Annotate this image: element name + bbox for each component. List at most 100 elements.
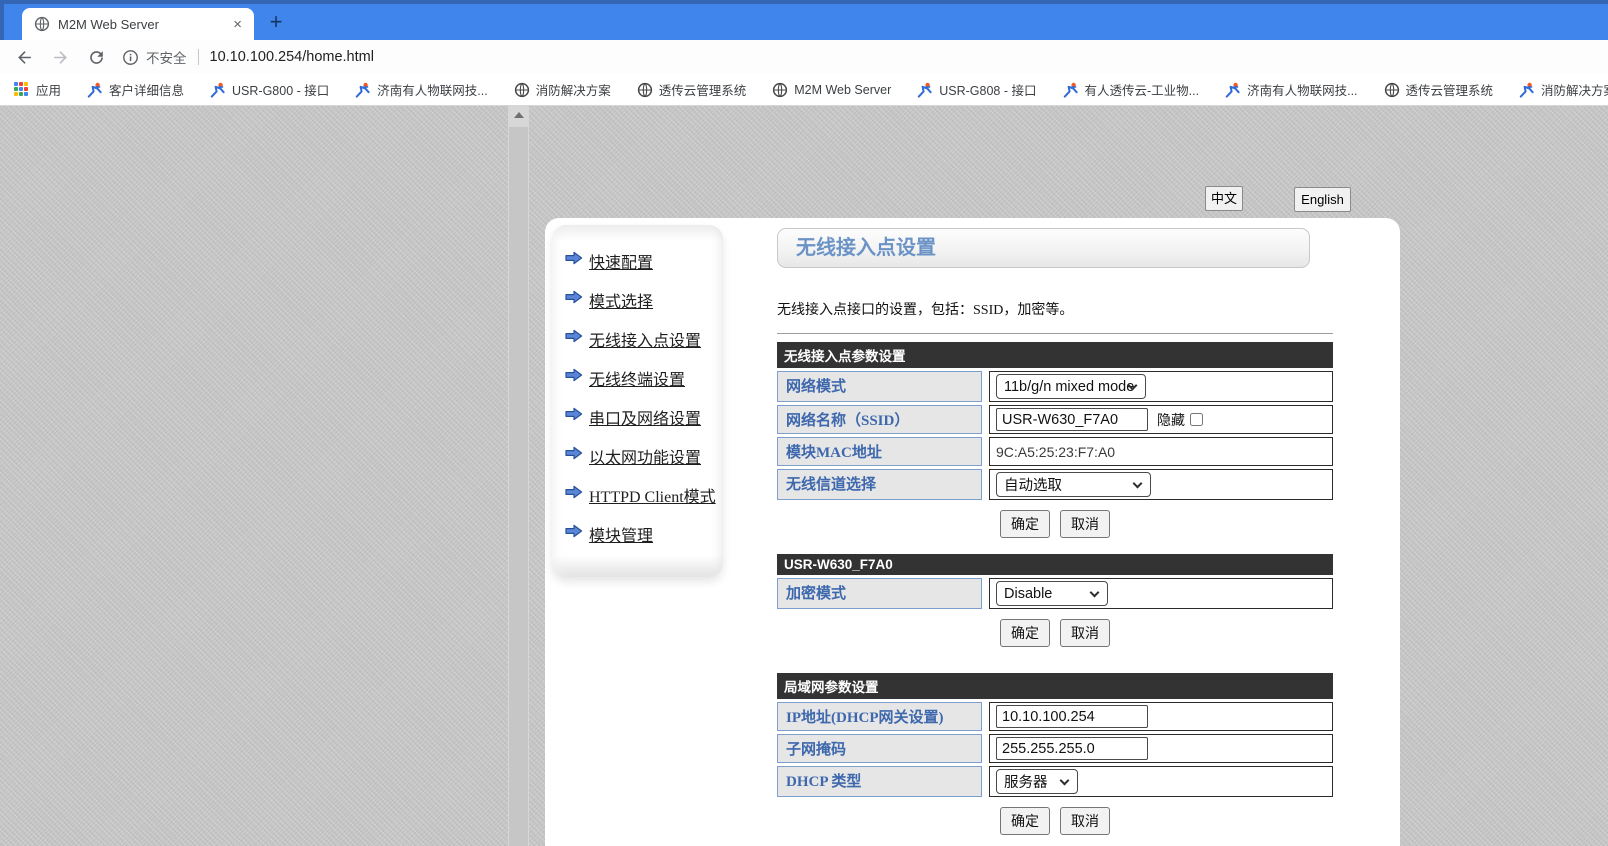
tab-close-icon[interactable]: × [229, 16, 246, 33]
globe-favicon-icon [34, 16, 50, 32]
back-icon[interactable] [12, 45, 36, 69]
setting-value-cell [989, 702, 1333, 731]
bookmark-item[interactable]: 消防解决方案 [514, 80, 611, 99]
scrollbar-up-button[interactable] [508, 106, 529, 124]
new-tab-button[interactable]: + [262, 9, 290, 37]
chinese-language-button[interactable]: 中文 [1205, 186, 1243, 211]
scrollbar-thumb[interactable] [509, 127, 528, 846]
bookmark-label: USR-G800 - 接口 [232, 80, 329, 99]
info-icon[interactable] [122, 49, 139, 66]
cancel-button[interactable]: 取消 [1060, 807, 1110, 835]
settings-sections: 无线接入点参数设置网络模式11b/g/n mixed mode 网络名称（SSID… [777, 342, 1333, 835]
hidden-ssid-checkbox[interactable] [1190, 413, 1203, 426]
sidebar-link[interactable]: 无线终端设置 [589, 366, 685, 390]
chevron-down-icon [1090, 588, 1100, 598]
settings-row: 子网掩码 [777, 734, 1333, 763]
bookmark-label: M2M Web Server [794, 83, 891, 97]
browser-toolbar: 不安全 10.10.100.254/home.html [0, 40, 1608, 74]
dropdown-select[interactable]: Disable [996, 581, 1108, 606]
sidebar-link[interactable]: 快速配置 [589, 249, 653, 273]
vertical-scrollbar[interactable] [508, 106, 529, 846]
menu-arrow-icon [565, 251, 589, 270]
section-header: 无线接入点参数设置 [777, 342, 1333, 368]
page-description: 无线接入点接口的设置，包括：SSID，加密等。 [777, 299, 1333, 319]
cancel-button[interactable]: 取消 [1060, 619, 1110, 647]
bookmark-item[interactable]: 透传云管理系统 [637, 80, 747, 99]
bookmark-item[interactable]: USR-G800 - 接口 [210, 80, 329, 99]
settings-row: 加密模式Disable [777, 578, 1333, 609]
sidebar-menu-item[interactable]: 模式选择 [565, 280, 723, 319]
bookmark-item[interactable]: 济南有人物联网技... [355, 80, 487, 99]
sidebar-menu-item[interactable]: 串口及网络设置 [565, 397, 723, 436]
settings-row: DHCP 类型服务器 [777, 766, 1333, 797]
confirm-button[interactable]: 确定 [1000, 510, 1050, 538]
english-language-button[interactable]: English [1294, 187, 1351, 212]
sidebar-link[interactable]: 无线接入点设置 [589, 327, 701, 351]
globe-icon [637, 82, 653, 98]
settings-row: 网络名称（SSID）隐藏 [777, 405, 1333, 434]
confirm-button[interactable]: 确定 [1000, 807, 1050, 835]
chevron-down-icon [1133, 479, 1143, 489]
sidebar-menu-item[interactable]: 模块管理 [565, 514, 723, 553]
address-bar[interactable]: 不安全 10.10.100.254/home.html [122, 47, 374, 67]
url-separator [198, 49, 199, 65]
settings-section: 无线接入点参数设置网络模式11b/g/n mixed mode 网络名称（SSID… [777, 342, 1333, 538]
forward-icon[interactable] [48, 45, 72, 69]
main-content: 无线接入点设置 无线接入点接口的设置，包括：SSID，加密等。 无线接入点参数设… [777, 228, 1333, 846]
bookmark-item[interactable]: 客户详细信息 [87, 80, 184, 99]
browser-tab[interactable]: M2M Web Server × [22, 8, 254, 40]
globe-icon [514, 82, 530, 98]
settings-section: USR-W630_F7A0 加密模式Disable 确定取消 [777, 554, 1333, 647]
cancel-button[interactable]: 取消 [1060, 510, 1110, 538]
button-row: 确定取消 [777, 619, 1333, 647]
setting-label: 子网掩码 [777, 734, 982, 763]
section-header: USR-W630_F7A0 [777, 554, 1333, 575]
confirm-button[interactable]: 确定 [1000, 619, 1050, 647]
text-input[interactable] [996, 705, 1148, 728]
bookmark-label: 消防解决方案 [1541, 80, 1608, 99]
usr-person-icon [210, 82, 226, 98]
bookmark-item[interactable]: USR-G808 - 接口 [917, 80, 1036, 99]
bookmark-item[interactable]: 消防解决方案 [1519, 80, 1608, 99]
sidebar-link[interactable]: 串口及网络设置 [589, 405, 701, 429]
setting-value-cell: 11b/g/n mixed mode [989, 371, 1333, 402]
sidebar-link[interactable]: 模块管理 [589, 522, 653, 546]
menu-arrow-icon [565, 329, 589, 348]
security-label: 不安全 [146, 47, 187, 67]
menu-arrow-icon [565, 407, 589, 426]
usr-person-icon [87, 82, 103, 98]
sidebar-menu-item[interactable]: 以太网功能设置 [565, 436, 723, 475]
sidebar-menu-item[interactable]: 无线终端设置 [565, 358, 723, 397]
bookmark-item[interactable]: 有人透传云-工业物... [1063, 80, 1200, 99]
bookmark-label: 消防解决方案 [536, 80, 611, 99]
dropdown-select[interactable]: 11b/g/n mixed mode [996, 374, 1146, 399]
sidebar-menu-item[interactable]: 快速配置 [565, 241, 723, 280]
setting-value-cell [989, 734, 1333, 763]
bookmark-item[interactable]: M2M Web Server [772, 82, 891, 98]
dropdown-value: 11b/g/n mixed mode [1004, 379, 1134, 395]
settings-row: 网络模式11b/g/n mixed mode [777, 371, 1333, 402]
dropdown-select[interactable]: 服务器 [996, 769, 1078, 794]
bookmark-item[interactable]: 应用 [14, 80, 61, 99]
usr-person-icon [355, 82, 371, 98]
bookmark-item[interactable]: 透传云管理系统 [1384, 80, 1494, 99]
usr-person-icon [1225, 82, 1241, 98]
text-input[interactable] [996, 408, 1148, 431]
reload-icon[interactable] [84, 45, 108, 69]
bookmark-label: USR-G808 - 接口 [939, 80, 1036, 99]
sidebar-menu-item[interactable]: 无线接入点设置 [565, 319, 723, 358]
sidebar-menu-item[interactable]: HTTPD Client模式 [565, 475, 723, 514]
sidebar-menu: 快速配置模式选择无线接入点设置无线终端设置串口及网络设置以太网功能设置 HTTPD… [552, 225, 723, 553]
sidebar-link[interactable]: HTTPD Client模式 [589, 483, 716, 507]
bookmark-item[interactable]: 济南有人物联网技... [1225, 80, 1357, 99]
setting-value-cell: 9C:A5:25:23:F7:A0 [989, 437, 1333, 466]
setting-value-cell: 服务器 [989, 766, 1333, 797]
text-input[interactable] [996, 737, 1148, 760]
setting-value-cell: 自动选取 [989, 469, 1333, 500]
section-header: 局域网参数设置 [777, 673, 1333, 699]
dropdown-select[interactable]: 自动选取 [996, 472, 1151, 497]
usr-person-icon [917, 82, 933, 98]
settings-row: IP地址(DHCP网关设置) [777, 702, 1333, 731]
sidebar-link[interactable]: 模式选择 [589, 288, 653, 312]
sidebar-link[interactable]: 以太网功能设置 [589, 444, 701, 468]
